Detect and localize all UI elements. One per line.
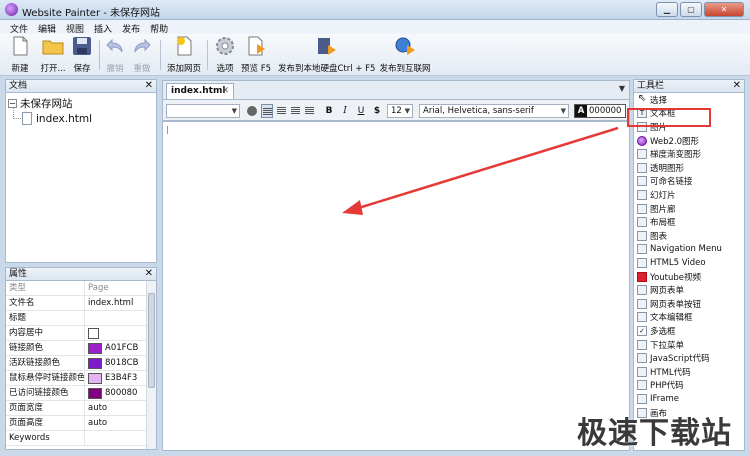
annotation-arrow [342,126,619,215]
watermark-text: 极速下载站 [577,416,732,451]
